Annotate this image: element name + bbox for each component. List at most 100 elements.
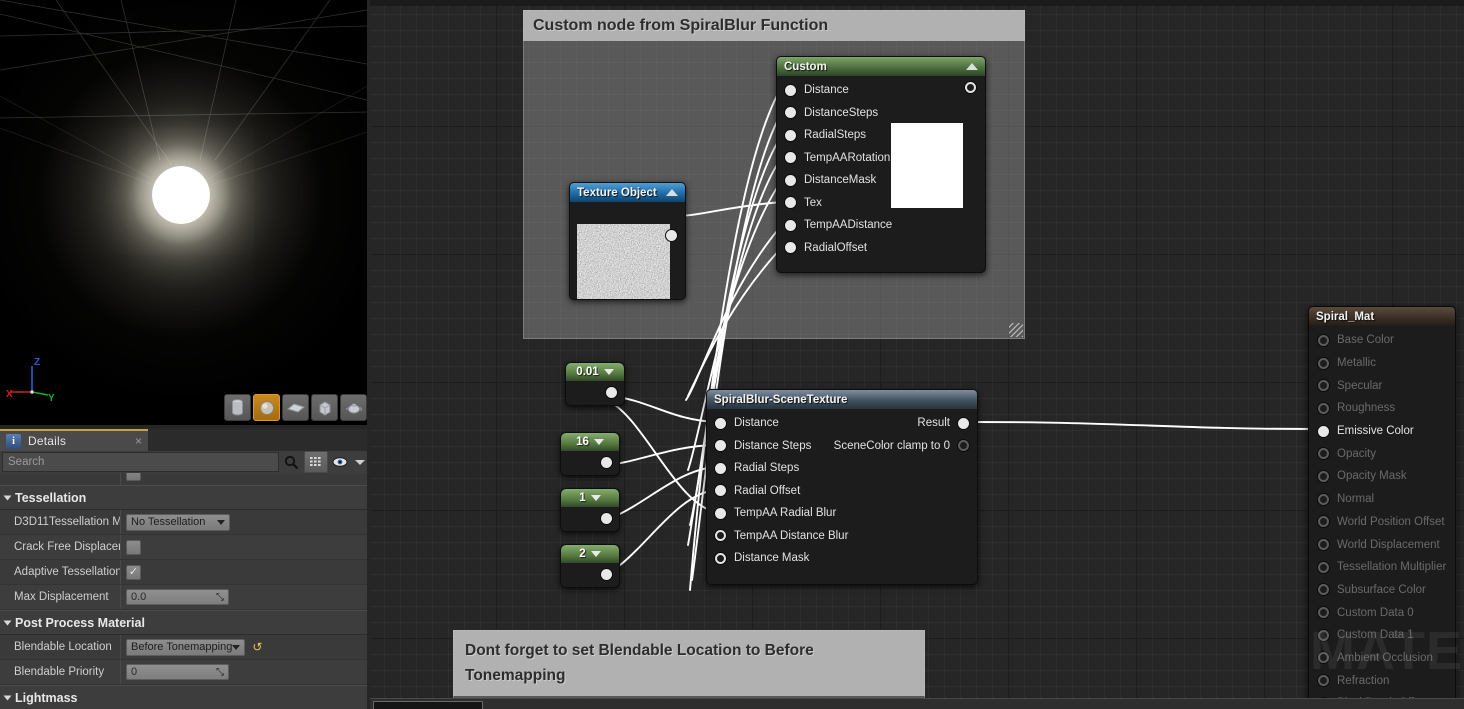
node-header[interactable]: Texture Object — [570, 183, 685, 202]
chevron-down-icon[interactable] — [590, 551, 601, 557]
input-row[interactable]: World Displacement — [1309, 533, 1455, 556]
input-row[interactable]: RadialOffset — [777, 237, 985, 260]
input-pin[interactable] — [1318, 516, 1329, 528]
drag-handle-icon[interactable]: ⤡ — [216, 592, 224, 603]
node-constant[interactable]: 1 — [560, 488, 620, 532]
node-header[interactable]: Custom — [777, 57, 985, 76]
output-pin-texture-object[interactable] — [666, 230, 677, 241]
input-pin[interactable] — [785, 84, 796, 96]
input-row[interactable]: Specular — [1309, 374, 1455, 397]
search-icon[interactable] — [279, 452, 303, 473]
input-pin[interactable] — [1318, 402, 1329, 414]
input-row[interactable]: Subsurface Color — [1309, 579, 1455, 602]
search-input[interactable] — [2, 452, 279, 472]
node-constant[interactable]: 2 — [560, 544, 620, 588]
output-pin[interactable] — [601, 457, 612, 468]
chevron-down-icon[interactable] — [3, 695, 12, 700]
output-pin[interactable] — [601, 569, 612, 580]
input-pin[interactable] — [715, 552, 726, 564]
property-number-input[interactable]: 0.0 ⤡ — [126, 589, 229, 605]
tab-details[interactable]: i Details × — [0, 429, 148, 451]
chevron-down-icon[interactable] — [590, 495, 601, 501]
node-custom[interactable]: Custom Distance DistanceSteps RadialSteps T… — [776, 56, 986, 273]
details-section-header[interactable]: Lightmass — [0, 685, 367, 709]
preview-plane-icon[interactable] — [282, 394, 309, 421]
input-pin[interactable] — [715, 462, 726, 474]
node-header[interactable]: 2 — [561, 545, 619, 563]
input-row[interactable]: TempAARotation — [777, 147, 985, 170]
chevron-down-icon[interactable] — [353, 452, 367, 473]
input-pin[interactable] — [715, 485, 726, 497]
input-row[interactable]: DistanceMask — [777, 169, 985, 192]
scrollbar-thumb[interactable] — [373, 701, 483, 709]
input-row[interactable]: RadialSteps — [777, 124, 985, 147]
input-pin[interactable] — [1318, 629, 1329, 641]
input-row[interactable]: World Position Offset — [1309, 511, 1455, 534]
graph-horizontal-scrollbar[interactable] — [370, 698, 1464, 709]
input-pin[interactable] — [1318, 357, 1329, 369]
input-row[interactable]: Ambient Occlusion — [1309, 647, 1455, 670]
column-grid-view-button[interactable] — [304, 451, 328, 473]
input-pin[interactable] — [1318, 425, 1329, 437]
input-row[interactable]: TempAADistance — [777, 214, 985, 237]
preview-teapot-icon[interactable] — [340, 394, 367, 421]
input-pin[interactable] — [785, 129, 796, 141]
comment-title[interactable]: Custom node from SpiralBlur Function — [523, 10, 1025, 41]
input-pin[interactable] — [1318, 448, 1329, 460]
material-graph-canvas[interactable]: Custom node from SpiralBlur Function Don… — [370, 0, 1464, 698]
node-header[interactable]: 16 — [561, 433, 619, 451]
input-pin[interactable] — [715, 530, 726, 542]
input-pin[interactable] — [715, 507, 726, 519]
input-pin[interactable] — [785, 107, 796, 119]
preview-cube-icon[interactable] — [311, 394, 338, 421]
chevron-down-icon[interactable] — [3, 620, 12, 625]
input-row[interactable]: Custom Data 1 — [1309, 624, 1455, 647]
reset-to-default-icon[interactable]: ↺ — [252, 641, 262, 653]
comment-box-blendable[interactable]: Dont forget to set Blendable Location to… — [453, 630, 925, 698]
input-row[interactable]: Tessellation Multiplier — [1309, 556, 1455, 579]
material-preview-viewport[interactable]: Z X Y — [0, 0, 367, 425]
input-row[interactable]: Radial Offset — [707, 480, 977, 503]
input-pin[interactable] — [1318, 493, 1329, 505]
input-row[interactable]: DistanceSteps — [777, 102, 985, 125]
input-row[interactable]: Distance Mask — [707, 547, 977, 570]
collapse-arrow-icon[interactable] — [666, 189, 678, 196]
comment-title[interactable]: Dont forget to set Blendable Location to… — [453, 630, 925, 696]
chevron-down-icon[interactable] — [603, 369, 614, 375]
close-icon[interactable]: × — [135, 434, 142, 448]
chevron-down-icon[interactable] — [593, 439, 604, 445]
comment-resize-handle[interactable] — [1009, 323, 1023, 337]
node-spiral-mat[interactable]: Spiral_Mat Base Color Metallic Specular Rou… — [1308, 306, 1456, 709]
output-row-result[interactable]: Result — [707, 412, 977, 435]
input-pin[interactable] — [1318, 470, 1329, 482]
input-pin[interactable] — [1318, 584, 1329, 596]
input-pin[interactable] — [1318, 334, 1329, 346]
details-property-list[interactable]: Tessellation D3D11Tessellation M No Tessel… — [0, 473, 367, 709]
input-row[interactable]: Base Color — [1309, 329, 1455, 352]
output-pin[interactable] — [606, 387, 617, 398]
output-pin-result[interactable] — [958, 417, 969, 429]
input-pin[interactable] — [1318, 539, 1329, 551]
details-section-header[interactable]: Post Process Material — [0, 610, 367, 635]
details-section-header[interactable]: Tessellation — [0, 485, 367, 510]
input-row[interactable]: Refraction — [1309, 669, 1455, 692]
input-pin[interactable] — [785, 197, 796, 209]
clipped-checkbox[interactable] — [126, 473, 141, 481]
input-row[interactable]: Tex — [777, 192, 985, 215]
input-pin[interactable] — [1318, 652, 1329, 664]
input-row[interactable]: Custom Data 0 — [1309, 601, 1455, 624]
input-pin[interactable] — [1318, 561, 1329, 573]
input-row[interactable]: Roughness — [1309, 397, 1455, 420]
chevron-down-icon[interactable] — [217, 519, 225, 525]
input-row[interactable]: TempAA Radial Blur — [707, 502, 977, 525]
output-pin[interactable] — [601, 513, 612, 524]
preview-sphere-icon[interactable] — [253, 394, 280, 421]
input-pin[interactable] — [1318, 380, 1329, 392]
drag-handle-icon[interactable]: ⤡ — [216, 667, 224, 678]
input-pin[interactable] — [785, 174, 796, 186]
output-pin-scenecolor-clamp[interactable] — [958, 440, 969, 452]
chevron-down-icon[interactable] — [232, 644, 241, 650]
node-spiralblur-scenetexture[interactable]: SpiralBlur-SceneTexture Distance Distance… — [706, 389, 978, 585]
property-number-input[interactable]: 0 ⤡ — [126, 664, 229, 680]
preview-shape-toolbar[interactable] — [224, 394, 367, 421]
